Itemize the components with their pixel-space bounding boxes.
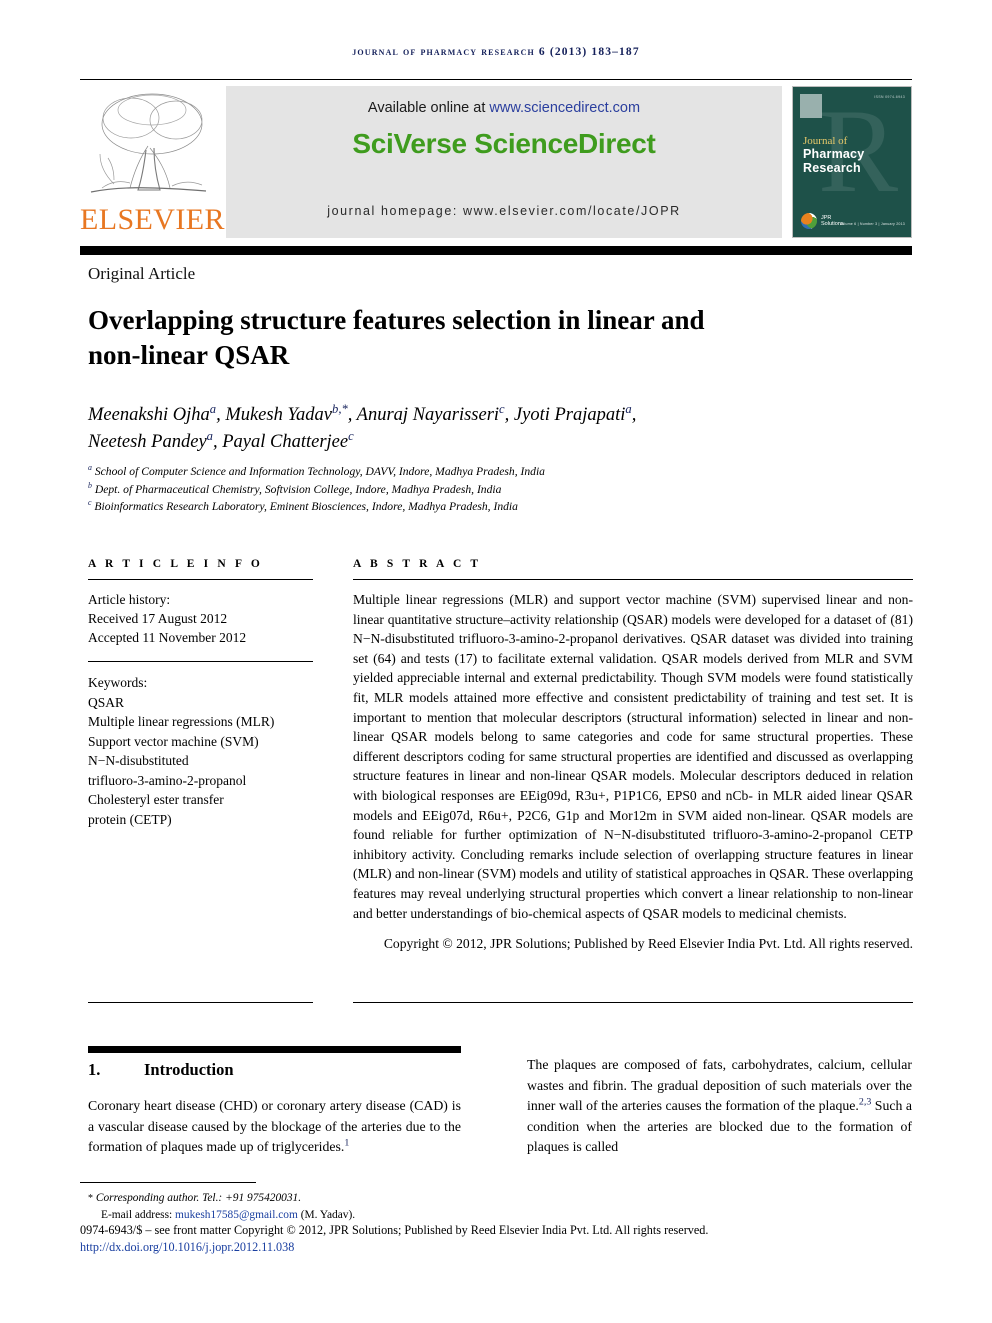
corresponding-author-text: Corresponding author. Tel.: +91 97542003… (95, 1192, 302, 1204)
affiliation-item: c Bioinformatics Research Laboratory, Em… (88, 498, 518, 513)
abstract-rule (353, 579, 913, 580)
cover-volume-info: Volume 6 | Number 3 | January 2013 (839, 222, 905, 226)
email-line: E-mail address: mukesh17585@gmail.com (M… (88, 1207, 588, 1223)
email-suffix: (M. Yadav). (297, 1209, 356, 1221)
jpr-sphere-icon (801, 213, 817, 229)
affiliation-item: a School of Computer Science and Informa… (88, 463, 545, 478)
running-head: Journal of Pharmacy Research 6 (2013) 18… (352, 46, 640, 58)
accepted-date: Accepted 11 November 2012 (88, 630, 247, 645)
abstract-heading: A B S T R A C T (353, 558, 482, 570)
footnote-rule (80, 1182, 256, 1183)
section-number: 1. (88, 1060, 101, 1079)
publisher-banner: ELSEVIER Available online at www.science… (80, 86, 912, 238)
available-online-line: Available online at www.sciencedirect.co… (226, 100, 782, 116)
affiliation-list: a School of Computer Science and Informa… (88, 463, 848, 516)
keyword-item: QSAR (88, 694, 125, 710)
keyword-item: Cholesteryl ester transfer (88, 792, 224, 807)
introduction-heading: 1. Introduction (88, 1060, 461, 1080)
cover-issn: ISSN 0974-6943 (874, 95, 905, 99)
author-list: Meenakshi Ojhaa, Mukesh Yadavb,*, Anuraj… (88, 402, 848, 456)
article-info-heading: A R T I C L E I N F O (88, 558, 263, 570)
keywords-block: Keywords: QSAR Multiple linear regressio… (88, 673, 313, 829)
article-type-label: Original Article (88, 264, 196, 283)
section-title: Introduction (144, 1060, 234, 1079)
header-rule (80, 79, 912, 80)
introduction-paragraph-left: Coronary heart disease (CHD) or coronary… (88, 1098, 461, 1154)
introduction-paragraph-right: The plaques are composed of fats, carboh… (527, 1057, 912, 1154)
elsevier-tree-icon (86, 88, 210, 204)
available-prefix: Available online at (367, 100, 490, 116)
introduction-bar (88, 1046, 461, 1053)
cover-title-line-2: Pharmacy Research (803, 147, 865, 175)
abstract-bottom-rule (353, 1002, 913, 1003)
keyword-item: Multiple linear regressions (MLR) (88, 714, 275, 729)
article-info-rule (88, 579, 313, 580)
asterisk-icon: * (88, 1193, 93, 1204)
author-line-1: Meenakshi Ojhaa, Mukesh Yadavb,*, Anuraj… (88, 401, 637, 425)
article-info-bottom-rule (88, 1002, 313, 1003)
elsevier-logo: ELSEVIER (80, 86, 225, 238)
banner-bottom-bar (80, 246, 912, 255)
received-date: Received 17 August 2012 (88, 611, 228, 626)
affiliation-item: b Dept. of Pharmaceutical Chemistry, Sof… (88, 480, 502, 496)
article-history-title: Article history: (88, 592, 171, 607)
cover-title-line-1: Journal of (803, 135, 848, 147)
email-label: E-mail address: (101, 1209, 176, 1221)
keyword-item: protein (CETP) (88, 811, 172, 827)
page-title: Overlapping structure features selection… (88, 305, 705, 370)
author-line-2: Neetesh Pandeya, Payal Chatterjeec (88, 428, 354, 452)
email-link[interactable]: mukesh17585@gmail.com (175, 1209, 298, 1221)
sciencedirect-url[interactable]: www.sciencedirect.com (489, 100, 640, 116)
sciencedirect-panel: Available online at www.sciencedirect.co… (226, 86, 782, 238)
keywords-title: Keywords: (88, 675, 148, 690)
corresponding-author-note: * Corresponding author. Tel.: +91 975420… (88, 1190, 588, 1223)
journal-cover-thumbnail: R ISSN 0974-6943 Journal of Pharmacy Res… (792, 86, 912, 238)
keyword-item: N−N-disubstituted (88, 753, 189, 768)
keywords-rule (88, 661, 313, 662)
corresponding-author-line: * Corresponding author. Tel.: +91 975420… (88, 1190, 588, 1207)
abstract-column: A B S T R A C T Multiple linear regressi… (353, 558, 913, 954)
keyword-item: trifluoro-3-amino-2-propanol (88, 772, 247, 788)
abstract-text: Multiple linear regressions (MLR) and su… (353, 592, 913, 921)
article-history: Article history: Received 17 August 2012… (88, 590, 313, 647)
issn-copyright-line: 0974-6943/$ – see front matter Copyright… (80, 1223, 709, 1237)
article-info-column: A R T I C L E I N F O Article history: R… (88, 558, 313, 829)
keyword-item: Support vector machine (SVM) (88, 733, 259, 749)
sciverse-sciencedirect-logo: SciVerse ScienceDirect (352, 128, 656, 159)
cover-elsevier-mark-icon (800, 94, 822, 118)
journal-homepage-line[interactable]: journal homepage: www.elsevier.com/locat… (226, 204, 782, 218)
elsevier-wordmark: ELSEVIER (80, 203, 225, 236)
abstract-copyright: Copyright © 2012, JPR Solutions; Publish… (383, 936, 913, 952)
cover-jpr-logo: JPR Solutions (801, 213, 844, 229)
doi-link[interactable]: http://dx.doi.org/10.1016/j.jopr.2012.11… (80, 1239, 920, 1256)
article-page: Journal of Pharmacy Research 6 (2013) 18… (0, 0, 992, 1323)
